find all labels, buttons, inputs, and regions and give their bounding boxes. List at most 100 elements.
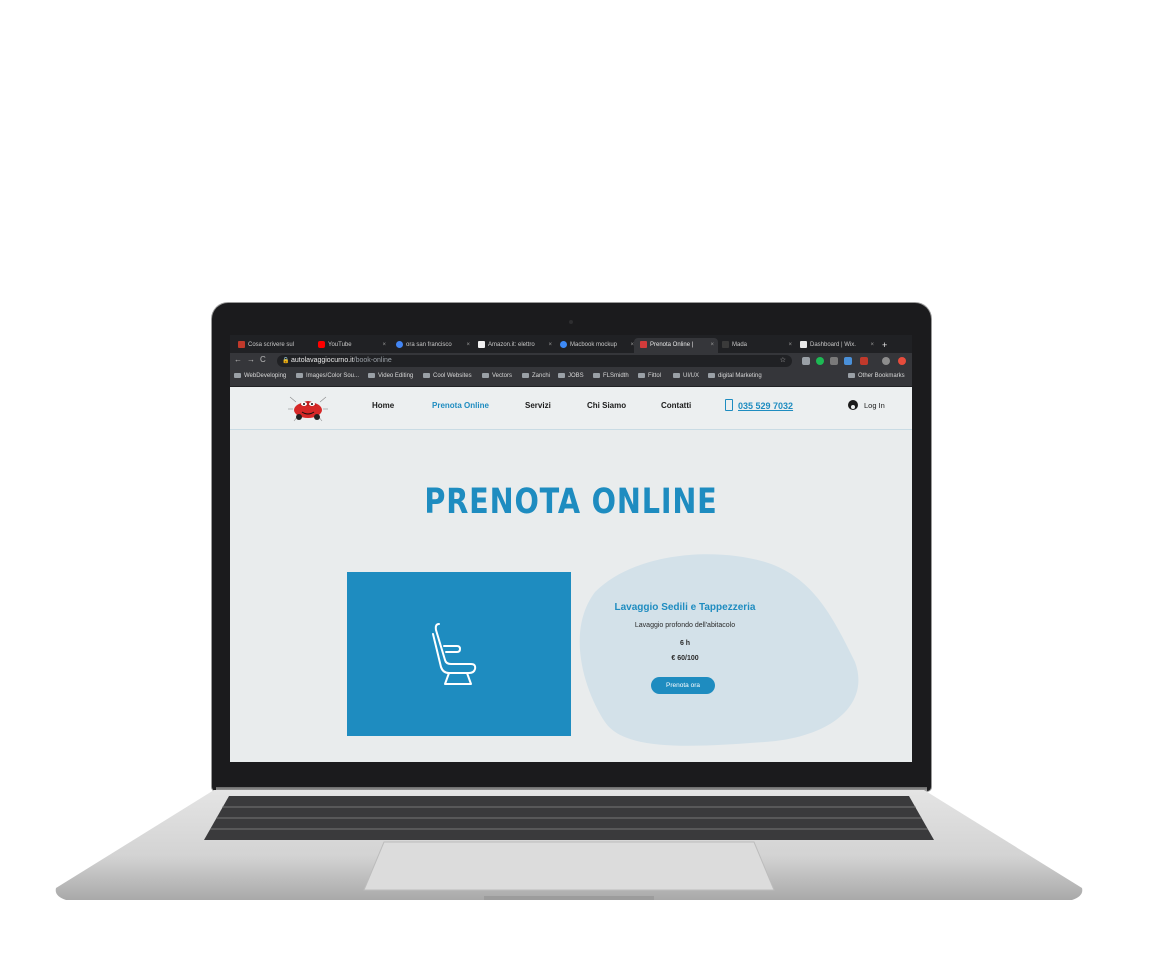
nav-home[interactable]: Home	[372, 401, 394, 410]
service-title: Lavaggio Sedili e Tappezzeria	[614, 602, 756, 613]
bookmark-folder[interactable]: WebDeveloping	[234, 373, 286, 379]
wix-icon	[640, 340, 647, 348]
folder-icon	[848, 373, 855, 378]
bookmark-label: WebDeveloping	[244, 373, 287, 380]
nav-prenota-online[interactable]: Prenota Online	[432, 401, 489, 410]
folder-icon	[368, 373, 375, 378]
google-icon	[396, 340, 403, 348]
bookmark-star-icon[interactable]: ☆	[780, 355, 786, 367]
tab-label: ora san francisco	[406, 342, 452, 348]
background-blob-shape	[579, 554, 859, 746]
bookmark-folder[interactable]: FLSmidth	[593, 373, 629, 379]
profile-avatar-icon[interactable]	[882, 357, 890, 365]
browser-tab[interactable]: Amazon.it: elettro ×	[472, 338, 556, 353]
bookmark-folder[interactable]: digital Marketing	[708, 373, 762, 379]
extension-icon[interactable]	[802, 357, 810, 365]
browser-tab[interactable]: YouTube ×	[312, 338, 390, 353]
extension-icon[interactable]	[844, 357, 852, 365]
bookmark-label: digital Marketing	[718, 373, 762, 380]
folder-icon	[423, 373, 430, 378]
tab-label: Mada	[732, 342, 748, 348]
tab-label: Amazon.it: elettro	[488, 342, 535, 348]
close-tab-icon[interactable]: ×	[382, 338, 386, 353]
service-price: € 60/100	[671, 655, 699, 662]
browser-tab[interactable]: ora san francisco ×	[390, 338, 474, 353]
extension-icon[interactable]	[898, 357, 906, 365]
service-image	[347, 572, 571, 736]
folder-icon	[708, 373, 715, 378]
close-tab-icon[interactable]: ×	[710, 338, 714, 353]
bookmark-label: Fittol	[648, 373, 662, 380]
dropbox-icon	[560, 340, 567, 348]
back-arrow-icon[interactable]: ←	[234, 355, 247, 364]
url-bar[interactable]: 🔒 autolavaggiocurno.it/book-online ☆	[277, 355, 792, 367]
folder-icon	[593, 373, 600, 378]
bookmark-folder[interactable]: Fittol	[638, 373, 661, 379]
tab-label: Cosa scrivere sul	[248, 342, 295, 348]
tab-label: Dashboard | Wix.	[810, 342, 856, 348]
bookmark-folder[interactable]: Zanchi	[522, 373, 550, 379]
user-icon[interactable]	[848, 400, 858, 410]
browser-tab-active[interactable]: Prenota Online | ×	[634, 338, 718, 353]
close-tab-icon[interactable]: ×	[788, 338, 792, 353]
reload-icon[interactable]: C	[260, 355, 271, 364]
car-logo-icon[interactable]	[286, 393, 330, 423]
tab-label: Prenota Online |	[650, 342, 694, 348]
browser-tab-bar: Cosa scrivere sul YouTube × ora san franc…	[230, 335, 912, 353]
image-favicon-icon	[238, 340, 245, 348]
close-tab-icon[interactable]: ×	[870, 338, 874, 353]
amazon-icon	[478, 340, 485, 348]
spotify-extension-icon[interactable]	[816, 357, 824, 365]
service-description: Lavaggio profondo dell'abitacolo	[634, 622, 736, 629]
close-tab-icon[interactable]: ×	[548, 338, 552, 353]
youtube-icon	[318, 340, 325, 348]
bookmark-folder[interactable]: Images/Color Sou...	[296, 373, 359, 379]
bookmark-label: FLSmidth	[603, 373, 629, 380]
folder-icon	[482, 373, 489, 378]
bookmarks-bar: WebDeveloping Images/Color Sou... Video …	[230, 369, 912, 387]
bookmark-label: JOBS	[568, 373, 584, 380]
extension-icon[interactable]	[860, 357, 868, 365]
close-tab-icon[interactable]: ×	[466, 338, 470, 353]
nav-contatti[interactable]: Contatti	[661, 401, 691, 410]
wix-icon	[800, 340, 807, 348]
browser-tab[interactable]: Dashboard | Wix. ×	[794, 338, 878, 353]
camera-dot	[569, 320, 573, 324]
folder-icon	[522, 373, 529, 378]
laptop-screen: Cosa scrivere sul YouTube × ora san franc…	[230, 335, 912, 762]
generic-favicon-icon	[722, 340, 729, 348]
bookmark-folder[interactable]: UI/UX	[673, 373, 699, 379]
new-tab-button[interactable]: +	[876, 338, 896, 353]
site-header: Home Prenota Online Servizi Chi Siamo Co…	[230, 387, 912, 430]
bookmark-folder[interactable]: Vectors	[482, 373, 512, 379]
nav-servizi[interactable]: Servizi	[525, 401, 551, 410]
extension-icon[interactable]	[830, 357, 838, 365]
folder-icon	[558, 373, 565, 378]
tab-label: YouTube	[328, 342, 352, 348]
prenota-ora-button[interactable]: Prenota ora	[651, 677, 715, 694]
folder-icon	[638, 373, 645, 378]
bookmark-label: UI/UX	[683, 373, 700, 380]
website-page: Home Prenota Online Servizi Chi Siamo Co…	[230, 387, 912, 762]
bookmark-label: Images/Color Sou...	[306, 373, 360, 380]
forward-arrow-icon[interactable]: →	[247, 355, 260, 364]
browser-tab[interactable]: Mada ×	[716, 338, 796, 353]
folder-icon	[234, 373, 241, 378]
phone-link[interactable]: 035 529 7032	[738, 401, 793, 411]
browser-tab[interactable]: Cosa scrivere sul	[232, 338, 312, 353]
browser-tab[interactable]: Macbook mockup ×	[554, 338, 638, 353]
laptop-base-keyboard	[55, 790, 1083, 900]
service-duration: 6 h	[679, 640, 691, 647]
nav-buttons: ←→C	[234, 355, 271, 364]
bookmark-folder[interactable]: JOBS	[558, 373, 584, 379]
bookmark-label: Cool Websites	[433, 373, 472, 380]
bookmark-label: Vectors	[492, 373, 513, 380]
bookmark-folder[interactable]: Video Editing	[368, 373, 413, 379]
other-bookmarks[interactable]: Other Bookmarks	[848, 373, 905, 379]
bookmark-folder[interactable]: Cool Websites	[423, 373, 472, 379]
browser-address-row: ←→C 🔒 autolavaggiocurno.it/book-online ☆	[230, 353, 912, 369]
nav-chi-siamo[interactable]: Chi Siamo	[587, 401, 626, 410]
tab-label: Macbook mockup	[570, 342, 618, 348]
login-link[interactable]: Log In	[864, 401, 885, 410]
car-seat-icon	[432, 623, 477, 685]
